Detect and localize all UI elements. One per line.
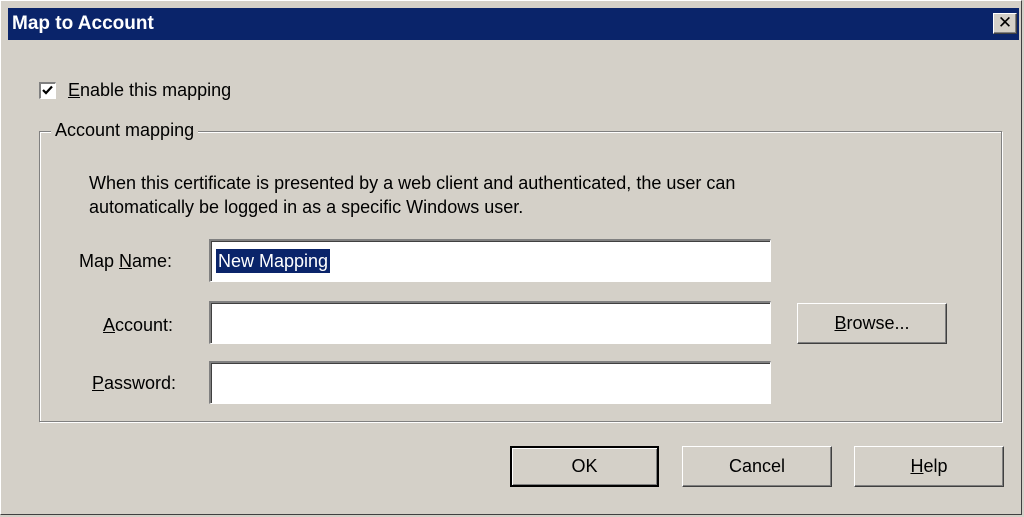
check-icon [42,85,53,95]
enable-mapping-checkbox-row[interactable]: Enable this mapping [39,79,231,101]
map-name-value: New Mapping [216,249,331,273]
ok-button[interactable]: OK [510,446,659,487]
account-label: Account: [103,315,174,335]
browse-button[interactable]: Browse... [797,303,947,344]
account-mapping-legend: Account mapping [51,120,199,141]
close-icon: ✕ [997,13,1013,32]
map-name-label: Map Name: [79,251,173,271]
window-title: Map to Account [12,13,154,34]
password-label: Password: [92,373,177,393]
enable-mapping-label[interactable]: Enable this mapping [68,80,231,101]
map-to-account-dialog: Map to Account ✕ Enable this mapping Acc… [0,0,1022,515]
enable-mapping-checkbox[interactable] [39,81,56,99]
description-line-2: automatically be logged in as a specific… [89,197,524,217]
account-input[interactable] [209,301,771,344]
map-name-input[interactable]: New Mapping [209,239,771,282]
account-mapping-description: When this certificate is presented by a … [89,171,909,219]
cancel-button[interactable]: Cancel [682,446,832,487]
password-input[interactable] [209,361,771,404]
help-button[interactable]: Help [854,446,1004,487]
title-bar[interactable]: Map to Account ✕ [8,8,1019,40]
description-line-1: When this certificate is presented by a … [89,173,736,193]
close-button[interactable]: ✕ [993,13,1017,34]
